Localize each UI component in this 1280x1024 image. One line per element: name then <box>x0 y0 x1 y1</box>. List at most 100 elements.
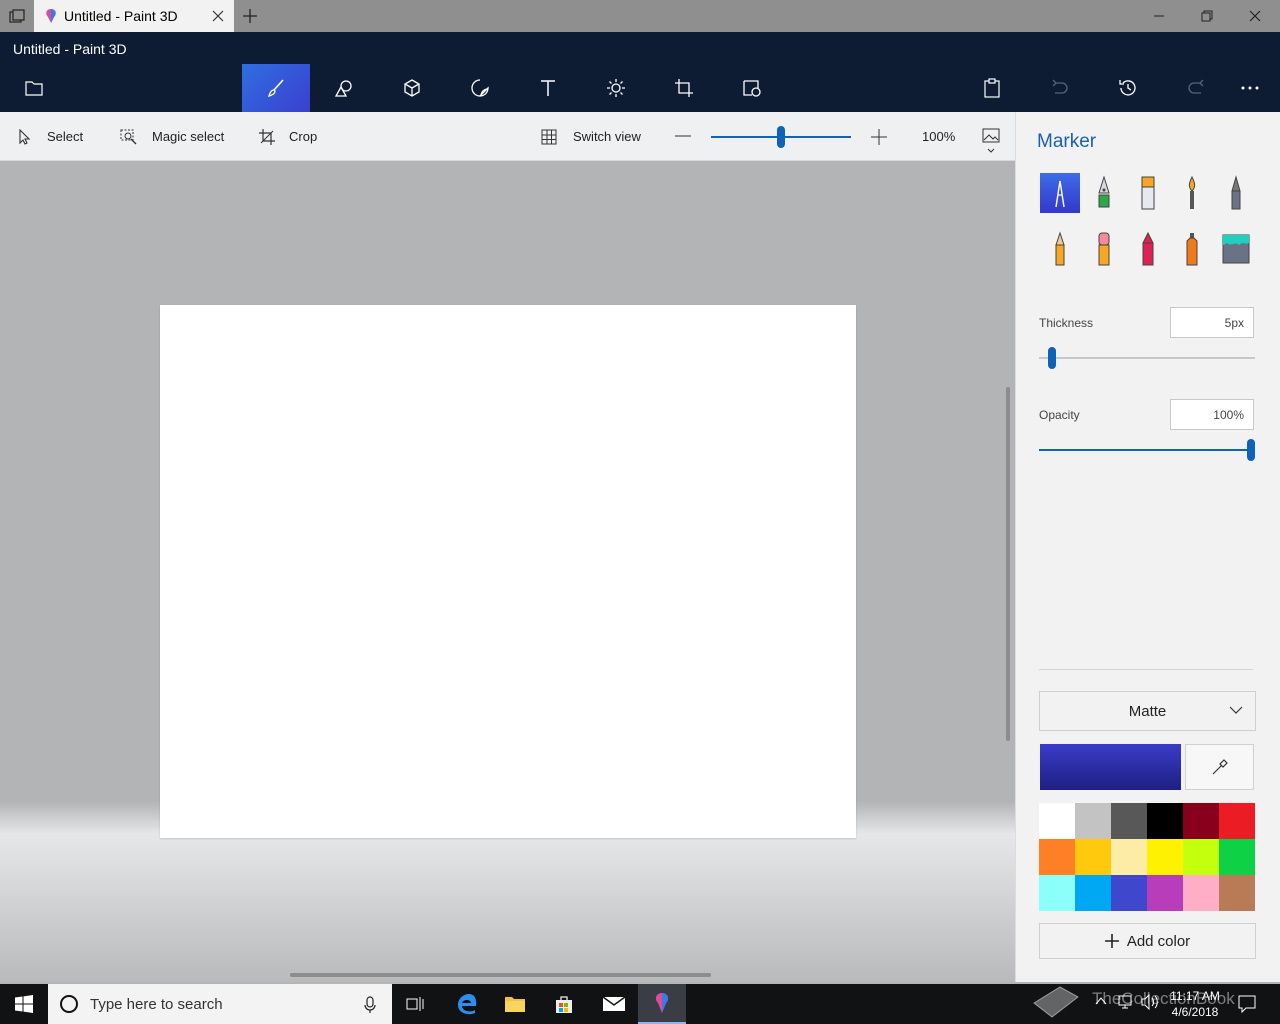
crop-label: Crop <box>289 129 318 144</box>
minimize-icon[interactable] <box>1136 0 1182 32</box>
stickers-icon[interactable] <box>446 64 514 112</box>
drawing-canvas[interactable] <box>160 305 856 838</box>
paint3d-taskbar-icon[interactable] <box>638 984 686 1024</box>
color-swatch[interactable] <box>1147 839 1183 875</box>
opacity-label: Opacity <box>1039 408 1080 422</box>
color-swatch[interactable] <box>1219 875 1255 911</box>
close-tab-icon[interactable] <box>212 10 224 22</box>
restore-icon[interactable] <box>1184 0 1230 32</box>
history-icon[interactable] <box>1094 64 1162 112</box>
windows-start-icon[interactable] <box>0 984 48 1024</box>
current-color-swatch[interactable] <box>1040 744 1181 790</box>
task-view-icon[interactable] <box>392 984 440 1024</box>
color-swatch[interactable] <box>1219 839 1255 875</box>
cortana-icon <box>60 995 78 1013</box>
taskbar-search[interactable]: Type here to search <box>48 984 392 1024</box>
add-color-label: Add color <box>1126 932 1191 950</box>
add-color-button[interactable]: Add color <box>1039 923 1256 959</box>
color-swatch[interactable] <box>1039 839 1075 875</box>
marker-brush-icon[interactable] <box>1040 173 1080 213</box>
zoom-slider-thumb[interactable] <box>777 126 785 148</box>
more-options-icon[interactable] <box>1220 64 1280 112</box>
eyedropper-icon <box>1212 759 1228 775</box>
color-swatch[interactable] <box>1111 875 1147 911</box>
clock-date: 4/6/2018 <box>1171 1005 1219 1019</box>
eyedropper-button[interactable] <box>1185 744 1254 790</box>
3d-shapes-icon[interactable] <box>378 64 446 112</box>
color-swatch[interactable] <box>1075 803 1111 839</box>
paste-icon[interactable] <box>958 64 1026 112</box>
eraser-icon[interactable] <box>1084 229 1124 269</box>
tab-title: Untitled - Paint 3D <box>64 8 178 24</box>
color-swatch[interactable] <box>1183 875 1219 911</box>
thickness-slider-track[interactable] <box>1039 357 1255 359</box>
file-explorer-icon[interactable] <box>491 984 539 1024</box>
vertical-scrollbar[interactable] <box>1006 387 1010 741</box>
canvas-toolbar: Select Magic select Crop Switch view 100… <box>0 112 1015 161</box>
watercolor-brush-icon[interactable] <box>1172 173 1212 213</box>
zoom-out-icon[interactable] <box>675 135 691 137</box>
color-palette <box>1039 803 1255 911</box>
tab-switcher-icon[interactable] <box>0 0 33 32</box>
network-icon[interactable] <box>1118 994 1136 1010</box>
select-button[interactable]: Select <box>17 112 83 161</box>
opacity-input[interactable]: 100% <box>1170 399 1254 430</box>
zoom-percent: 100% <box>922 129 956 144</box>
image-view-icon[interactable] <box>982 128 1000 154</box>
finish-dropdown[interactable]: Matte <box>1039 691 1256 731</box>
thickness-label: Thickness <box>1039 316 1094 330</box>
color-swatch[interactable] <box>1219 803 1255 839</box>
fill-bucket-icon[interactable] <box>1216 229 1256 269</box>
close-window-icon[interactable] <box>1232 0 1278 32</box>
text-icon[interactable] <box>514 64 582 112</box>
thickness-input[interactable]: 5px <box>1170 307 1254 338</box>
brushes-icon[interactable] <box>242 64 310 112</box>
menu-folder-icon[interactable] <box>0 64 68 112</box>
3d-library-icon[interactable] <box>718 64 786 112</box>
action-center-icon[interactable] <box>1238 995 1256 1013</box>
grid-icon <box>541 129 557 144</box>
color-swatch[interactable] <box>1039 803 1075 839</box>
edge-browser-icon[interactable] <box>443 984 491 1024</box>
color-swatch[interactable] <box>1183 803 1219 839</box>
oil-brush-icon[interactable] <box>1128 173 1168 213</box>
opacity-slider-fill <box>1039 449 1255 451</box>
chevron-down-icon <box>1229 705 1243 715</box>
system-clock[interactable]: 11:17 AM 4/6/2018 <box>1160 988 1230 1020</box>
app-tab[interactable]: Untitled - Paint 3D <box>34 0 234 32</box>
color-swatch[interactable] <box>1075 839 1111 875</box>
clock-time: 11:17 AM <box>1170 989 1220 1003</box>
spray-can-icon[interactable] <box>1172 229 1212 269</box>
color-swatch[interactable] <box>1147 803 1183 839</box>
pencil-icon[interactable] <box>1040 229 1080 269</box>
thickness-slider-thumb[interactable] <box>1047 347 1056 369</box>
pixel-pen-icon[interactable] <box>1216 173 1256 213</box>
color-swatch[interactable] <box>1111 839 1147 875</box>
color-swatch[interactable] <box>1111 803 1147 839</box>
color-swatch[interactable] <box>1075 875 1111 911</box>
color-swatch[interactable] <box>1039 875 1075 911</box>
magic-select-button[interactable]: Magic select <box>120 112 224 161</box>
crayon-icon[interactable] <box>1128 229 1168 269</box>
opacity-slider-thumb[interactable] <box>1247 439 1255 461</box>
calligraphy-pen-icon[interactable] <box>1084 173 1124 213</box>
2d-shapes-icon[interactable] <box>310 64 378 112</box>
switch-view-button[interactable]: Switch view <box>541 112 641 161</box>
search-placeholder: Type here to search <box>90 995 223 1013</box>
paint3d-icon <box>44 8 58 24</box>
undo-icon[interactable] <box>1026 64 1094 112</box>
new-tab-icon[interactable] <box>242 8 258 24</box>
color-swatch[interactable] <box>1147 875 1183 911</box>
show-hidden-icons[interactable] <box>1095 996 1107 1006</box>
store-icon[interactable] <box>540 984 588 1024</box>
plus-icon <box>1104 934 1119 948</box>
color-swatch[interactable] <box>1183 839 1219 875</box>
crop-button[interactable]: Crop <box>259 112 317 161</box>
volume-icon[interactable] <box>1141 994 1159 1010</box>
horizontal-scrollbar[interactable] <box>290 973 711 977</box>
effects-icon[interactable] <box>582 64 650 112</box>
mail-icon[interactable] <box>590 984 638 1024</box>
microphone-icon[interactable] <box>364 996 376 1014</box>
canvas-icon[interactable] <box>650 64 718 112</box>
zoom-in-icon[interactable] <box>871 129 887 145</box>
